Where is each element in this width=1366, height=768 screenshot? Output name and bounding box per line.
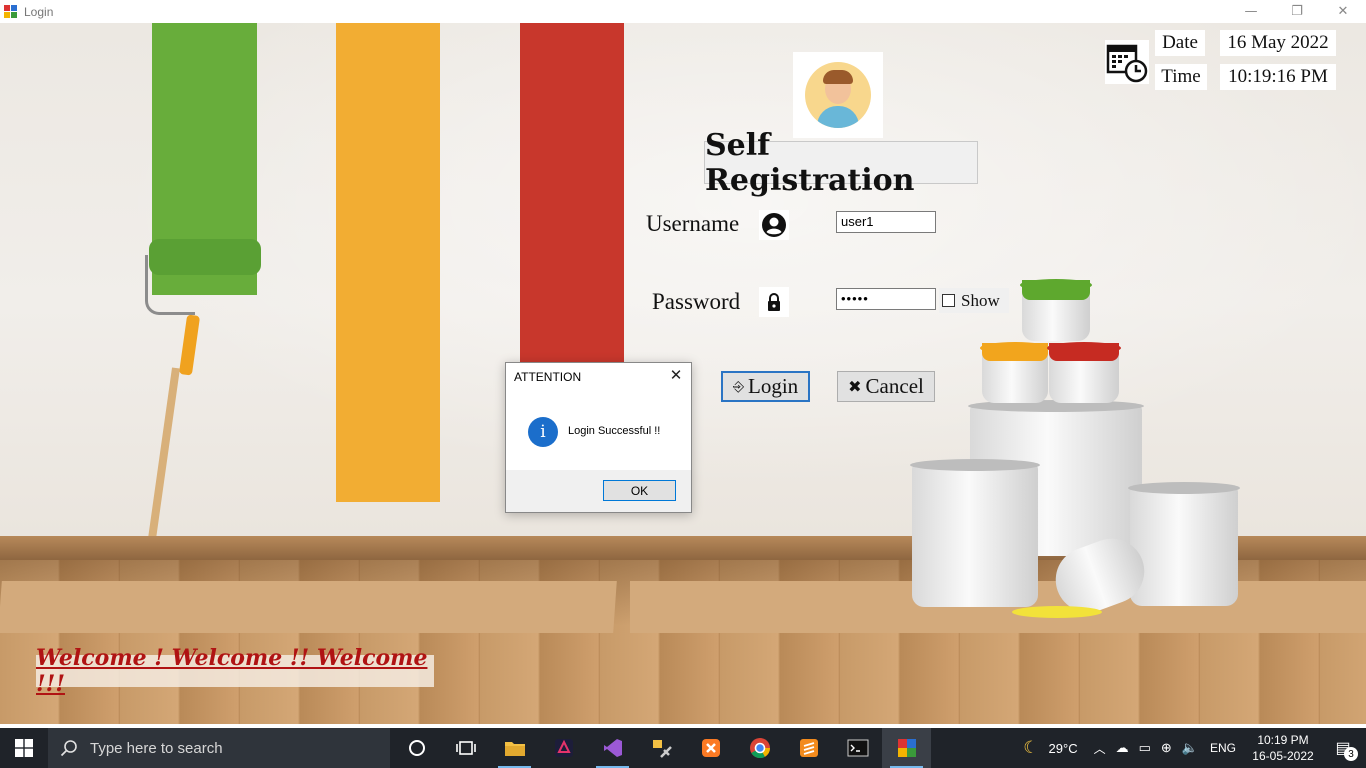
clock-date: 16-05-2022 bbox=[1252, 749, 1314, 763]
app-icon[interactable] bbox=[539, 728, 588, 768]
cortana-icon[interactable] bbox=[392, 728, 441, 768]
chevron-up-icon[interactable]: ︿ bbox=[1094, 740, 1106, 757]
username-input[interactable]: user1 bbox=[836, 211, 936, 233]
close-button[interactable]: ✕ bbox=[1320, 0, 1366, 23]
paint-roller bbox=[149, 239, 261, 275]
moon-icon: ☾ bbox=[1023, 738, 1039, 757]
xampp-icon[interactable] bbox=[686, 728, 735, 768]
username-label: Username bbox=[646, 211, 740, 236]
date-label: Date bbox=[1155, 30, 1205, 56]
minimize-button[interactable]: — bbox=[1228, 0, 1274, 23]
user-avatar bbox=[793, 52, 883, 138]
taskbar-search-box[interactable]: Type here to search bbox=[48, 728, 390, 768]
orange-paint-drip bbox=[982, 343, 1048, 361]
time-value: 10:19:16 PM bbox=[1220, 64, 1336, 90]
login-button[interactable]: ⎆ Login bbox=[721, 371, 810, 402]
ok-button[interactable]: OK bbox=[603, 480, 676, 501]
user-circle-icon bbox=[759, 210, 789, 240]
paint-bucket bbox=[910, 459, 1040, 607]
paint-bucket bbox=[1128, 482, 1240, 606]
notification-count: 3 bbox=[1344, 747, 1358, 761]
page-title: Self Registration bbox=[704, 128, 978, 198]
date-value: 16 May 2022 bbox=[1220, 30, 1336, 56]
windows-icon bbox=[15, 739, 33, 757]
network-icon[interactable]: ⊕ bbox=[1161, 740, 1172, 756]
cloud-icon[interactable]: ☁ bbox=[1116, 740, 1129, 756]
search-icon bbox=[60, 740, 77, 757]
red-paint-drip bbox=[1049, 343, 1119, 361]
weather-temperature[interactable]: 29°C bbox=[1049, 741, 1078, 756]
dialog-close-button[interactable]: ✕ bbox=[667, 366, 685, 384]
yellow-paint-spill bbox=[1012, 606, 1102, 618]
avatar-icon bbox=[805, 62, 871, 128]
dialog-title: ATTENTION bbox=[514, 370, 582, 384]
language-indicator[interactable]: ENG bbox=[1210, 741, 1236, 755]
calendar-clock-icon bbox=[1105, 40, 1149, 84]
cancel-button[interactable]: ✖ Cancel bbox=[837, 371, 935, 402]
app-icon bbox=[4, 4, 18, 19]
green-paint-drip bbox=[1022, 280, 1090, 300]
show-password-toggle[interactable]: Show bbox=[939, 288, 1009, 313]
file-explorer-icon[interactable] bbox=[490, 728, 539, 768]
taskbar-clock[interactable]: 10:19 PM 16-05-2022 bbox=[1246, 732, 1320, 764]
battery-icon[interactable]: ▭ bbox=[1139, 740, 1151, 756]
window-title: Login bbox=[24, 4, 54, 19]
orange-paint-stripe bbox=[336, 23, 440, 502]
cancel-x-icon: ✖ bbox=[848, 377, 862, 396]
dialog-footer: OK bbox=[506, 470, 691, 512]
show-password-checkbox[interactable] bbox=[942, 294, 955, 307]
info-icon: i bbox=[528, 417, 558, 447]
login-button-label: Login bbox=[748, 374, 799, 398]
search-placeholder: Type here to search bbox=[90, 739, 223, 757]
login-icon: ⎆ bbox=[732, 378, 745, 395]
lock-icon bbox=[759, 287, 789, 317]
tools-icon[interactable] bbox=[637, 728, 686, 768]
show-password-label: Show bbox=[961, 290, 1000, 310]
taskbar: Type here to search ☾ 29°C ︿ ☁ ▭ ⊕ 🔈 ENG… bbox=[0, 728, 1366, 768]
system-tray: ☾ 29°C ︿ ☁ ▭ ⊕ 🔈 ENG 10:19 PM 16-05-2022… bbox=[1023, 728, 1366, 768]
login-app-icon[interactable] bbox=[882, 728, 931, 768]
start-button[interactable] bbox=[0, 728, 48, 768]
dialog-message: Login Successful !! bbox=[568, 425, 661, 437]
attention-dialog: ATTENTION ✕ i Login Successful !! OK bbox=[505, 362, 692, 513]
time-label: Time bbox=[1155, 64, 1207, 90]
password-label: Password bbox=[652, 289, 741, 314]
window-titlebar: Login — ❐ ✕ bbox=[0, 0, 1366, 23]
restore-button[interactable]: ❐ bbox=[1274, 0, 1320, 23]
visual-studio-icon[interactable] bbox=[588, 728, 637, 768]
volume-icon[interactable]: 🔈 bbox=[1182, 740, 1198, 756]
welcome-banner: Welcome ! Welcome !! Welcome !!! bbox=[36, 645, 434, 697]
notification-button[interactable]: ▤ 3 bbox=[1320, 728, 1366, 768]
password-input[interactable]: ••••• bbox=[836, 288, 936, 310]
cardboard-left bbox=[0, 581, 617, 633]
red-paint-stripe bbox=[520, 23, 624, 363]
terminal-icon[interactable] bbox=[833, 728, 882, 768]
clock-time: 10:19 PM bbox=[1257, 733, 1309, 747]
cancel-button-label: Cancel bbox=[865, 374, 924, 398]
task-view-icon[interactable] bbox=[441, 728, 490, 768]
chrome-icon[interactable] bbox=[735, 728, 784, 768]
sublime-icon[interactable] bbox=[784, 728, 833, 768]
